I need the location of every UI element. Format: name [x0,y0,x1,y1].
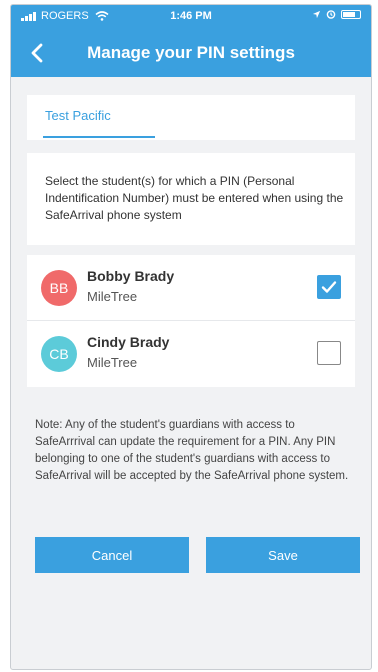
student-school: MileTree [87,355,138,370]
phone-frame: ROGERS 1:46 PM Manage your PIN settings … [10,4,372,670]
tab-test-pacific[interactable]: Test Pacific [43,95,155,140]
nav-bar: Manage your PIN settings [11,33,371,73]
pin-checkbox-bobby-brady[interactable] [317,275,341,299]
student-row-cindy-brady[interactable]: CB Cindy Brady MileTree [27,321,355,387]
note-text: Note: Any of the student's guardians wit… [35,419,349,482]
battery-icon [341,9,361,19]
student-list: BB Bobby Brady MileTree CB Cindy Brady M… [27,255,355,387]
school-tab-bar: Test Pacific [27,95,355,140]
student-school: MileTree [87,289,138,304]
avatar: BB [41,270,77,306]
save-button[interactable]: Save [206,537,360,573]
location-icon [312,10,321,18]
page-title: Manage your PIN settings [87,43,295,62]
app-header: ROGERS 1:46 PM Manage your PIN settings [11,5,371,77]
tab-label: Test Pacific [45,108,111,123]
status-bar: ROGERS 1:46 PM [11,5,371,27]
cancel-button[interactable]: Cancel [35,537,189,573]
checkmark-icon [321,281,337,293]
avatar: CB [41,336,77,372]
student-name: Bobby Brady [87,268,175,284]
status-icons [312,9,361,19]
pin-checkbox-cindy-brady[interactable] [317,341,341,365]
description-text: Select the student(s) for which a PIN (P… [27,153,355,245]
alarm-icon [326,10,336,19]
tab-underline [43,136,155,138]
student-row-bobby-brady[interactable]: BB Bobby Brady MileTree [27,255,355,321]
student-name: Cindy Brady [87,334,170,350]
